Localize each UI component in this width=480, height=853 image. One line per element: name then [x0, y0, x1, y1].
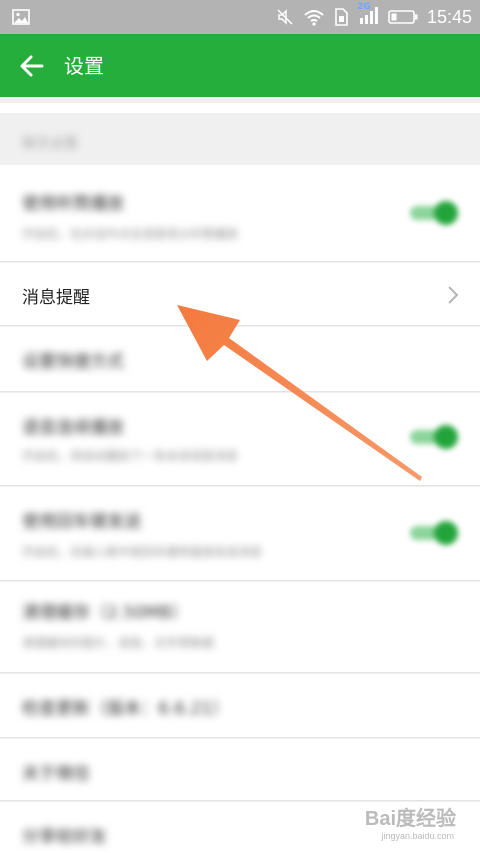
settings-item-subtitle: 开启后，将自动播放下一条未读语音消息 [22, 449, 239, 463]
settings-item-subtitle: 清理缓存的图片、语音、文件等数据 [22, 636, 215, 650]
status-bar: 2G 15:45 [0, 0, 480, 34]
status-time: 15:45 [426, 6, 472, 27]
settings-item-earpiece-playback[interactable]: 使用听筒播放 开启后，在对话中点击语音将从听筒播放 [0, 165, 480, 262]
settings-item-title: 关于微信 [22, 764, 90, 784]
enter-to-send-toggle[interactable] [406, 521, 458, 545]
settings-item-title: 消息提醒 [22, 288, 90, 308]
settings-item-about[interactable]: 关于微信 [0, 739, 480, 801]
page-title: 设置 [64, 54, 104, 78]
settings-item-shortcut[interactable]: 设置快捷方式 [0, 327, 480, 392]
settings-item-clear-cache[interactable]: 清理缓存（2.50MB） 清理缓存的图片、语音、文件等数据 [0, 582, 480, 673]
settings-item-enter-to-send[interactable]: 使用回车键发送 开启后，在输入框中按回车键将直接发送消息 [0, 487, 480, 581]
settings-item-title: 清理缓存（2.50MB） [22, 603, 189, 623]
gallery-icon [12, 9, 30, 25]
chevron-right-icon [448, 286, 459, 304]
network-type-label: 2G [356, 2, 371, 12]
settings-item-title: 检查更新（版本：6.6.21） [22, 699, 230, 719]
signal-icon: 2G [356, 2, 379, 29]
battery-icon [388, 10, 418, 24]
watermark: Bai度经验 [364, 808, 456, 830]
settings-item-check-update[interactable]: 检查更新（版本：6.6.21） [0, 674, 480, 738]
settings-item-title: 使用听筒播放 [22, 194, 124, 214]
continuous-voice-toggle[interactable] [406, 425, 458, 449]
arrow-left-icon[interactable] [18, 52, 46, 80]
settings-item-title: 使用回车键发送 [22, 512, 141, 532]
settings-item-title: 设置快捷方式 [22, 352, 124, 372]
section-header-chat-settings: 聊天设置 [22, 136, 78, 152]
settings-item-subtitle: 开启后，在输入框中按回车键将直接发送消息 [22, 545, 263, 559]
settings-item-message-notifications[interactable]: 消息提醒 [0, 263, 480, 326]
mute-icon [277, 9, 293, 25]
settings-item-subtitle: 开启后，在对话中点击语音将从听筒播放 [22, 227, 239, 241]
sim-icon [335, 8, 348, 26]
settings-list: 聊天设置 使用听筒播放 开启后，在对话中点击语音将从听筒播放 消息提醒 设置快捷… [0, 97, 480, 853]
settings-item-title: 分享给好友 [22, 827, 107, 847]
watermark-url: jingyan.baidu.com [381, 831, 454, 841]
settings-item-title: 语音连续播放 [22, 418, 124, 438]
app-bar: 设置 [0, 34, 480, 97]
earpiece-playback-toggle[interactable] [406, 201, 458, 225]
settings-item-continuous-voice[interactable]: 语音连续播放 开启后，将自动播放下一条未读语音消息 [0, 393, 480, 486]
top-strip [0, 103, 480, 113]
wifi-icon [304, 10, 324, 26]
